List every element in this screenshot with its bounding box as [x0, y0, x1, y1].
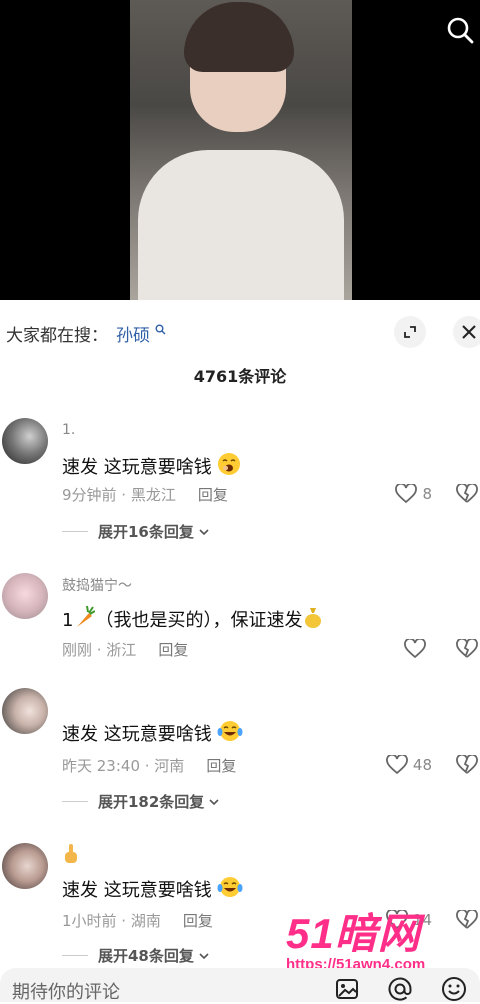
comment-text: 速发 这玩意要啥钱 — [62, 719, 243, 746]
avatar[interactable] — [2, 688, 48, 734]
comment-text-content: 速发 这玩意要啥钱 — [62, 724, 212, 745]
video-person-hair — [184, 2, 294, 72]
reply-button[interactable]: 回复 — [198, 486, 228, 504]
search-term-text[interactable]: 孙硕 — [116, 326, 150, 346]
broken-heart-icon — [456, 482, 478, 503]
pointing-up-icon — [65, 844, 77, 863]
broken-heart-icon — [456, 753, 478, 774]
like-count: 8 — [422, 485, 432, 503]
expand-icon — [404, 326, 416, 338]
comment-count: 4761条评论 — [193, 367, 287, 386]
comment-text-content: 速发 这玩意要啥钱 — [62, 457, 212, 478]
video-person-body — [138, 150, 344, 300]
divider — [62, 801, 88, 802]
expand-replies-button[interactable]: 展开16条回复 — [62, 521, 210, 542]
money-bag-icon — [305, 608, 322, 628]
avatar[interactable] — [2, 843, 48, 889]
avatar[interactable] — [2, 573, 48, 619]
chevron-down-icon — [199, 528, 209, 535]
comment-time-location: 刚刚 · 浙江 — [62, 641, 137, 659]
avatar[interactable] — [2, 418, 48, 464]
expand-replies-label[interactable]: 展开16条回复 — [98, 521, 194, 542]
comment-time-location: 9分钟前 · 黑龙江 — [62, 486, 176, 504]
dislike-button[interactable] — [456, 482, 478, 508]
expand-replies-label[interactable]: 展开182条回复 — [98, 791, 204, 812]
watermark-logo: 51暗网 — [286, 910, 421, 957]
reply-button[interactable]: 回复 — [158, 641, 188, 659]
comment-author-emoji[interactable] — [62, 843, 80, 869]
yawning-face-icon — [218, 453, 241, 475]
at-icon — [388, 977, 412, 1001]
like-button[interactable] — [404, 639, 426, 659]
expand-replies-button[interactable]: 展开48条回复 — [62, 945, 210, 966]
like-button[interactable]: 48 — [386, 755, 432, 775]
reply-button[interactable]: 回复 — [206, 757, 236, 775]
close-icon — [462, 325, 476, 339]
comment-author[interactable]: 1. — [62, 422, 75, 438]
tears-of-joy-icon — [217, 877, 243, 897]
comment-text-content: 1 — [62, 610, 74, 631]
comment-author[interactable]: 鼓捣猫宁～ — [62, 575, 132, 595]
broken-heart-icon — [456, 637, 478, 658]
image-icon — [336, 979, 358, 999]
expand-replies-button[interactable]: 展开182条回复 — [62, 791, 220, 812]
comment-meta: 刚刚 · 浙江 回复 — [62, 639, 188, 660]
comment-meta: 1小时前 · 湖南 回复 — [62, 910, 213, 931]
comment-input-placeholder[interactable]: 期待你的评论 — [12, 978, 120, 1004]
comment-text: 速发 这玩意要啥钱 — [62, 875, 243, 902]
expand-replies-label[interactable]: 展开48条回复 — [98, 945, 194, 966]
comment-time-location: 昨天 23:40 · 河南 — [62, 757, 185, 775]
comment-input-bar[interactable]: 期待你的评论 — [0, 968, 480, 1004]
heart-icon — [404, 639, 426, 659]
mention-button[interactable] — [387, 976, 413, 1002]
comment-text: 1 （我也是买的），保证速发 — [62, 605, 324, 632]
dislike-button[interactable] — [456, 753, 478, 779]
divider — [62, 531, 88, 532]
image-button[interactable] — [334, 976, 360, 1002]
heart-icon — [386, 755, 408, 775]
reply-button[interactable]: 回复 — [183, 912, 213, 930]
like-button[interactable]: 8 — [395, 484, 432, 504]
emoji-button[interactable] — [441, 976, 467, 1002]
comment-text: 速发 这玩意要啥钱 — [62, 452, 241, 479]
carrot-icon — [77, 605, 96, 627]
chevron-down-icon — [199, 952, 209, 959]
expand-comments-button[interactable] — [394, 316, 426, 348]
search-suggestion-term[interactable]: 孙硕 — [116, 321, 166, 346]
heart-icon — [395, 484, 418, 504]
comment-text-continued: （我也是买的），保证速发 — [95, 610, 303, 631]
comment-meta: 昨天 23:40 · 河南 回复 — [62, 755, 236, 776]
emoji-icon — [442, 977, 466, 1001]
search-suggestion-prefix: 大家都在搜： — [6, 326, 108, 346]
like-count: 48 — [412, 756, 432, 774]
small-search-icon — [155, 324, 166, 335]
divider — [62, 955, 88, 956]
video-frame — [130, 0, 352, 300]
top-search-button[interactable] — [440, 10, 480, 50]
dislike-button[interactable] — [456, 637, 478, 663]
chevron-down-icon — [209, 798, 219, 805]
close-comments-button[interactable] — [453, 316, 480, 348]
comment-meta: 9分钟前 · 黑龙江 回复 — [62, 484, 228, 505]
tears-of-joy-icon — [217, 721, 243, 741]
comment-text-content: 速发 这玩意要啥钱 — [62, 880, 212, 901]
comment-time-location: 1小时前 · 湖南 — [62, 912, 161, 930]
search-icon — [447, 17, 474, 44]
video-player[interactable] — [0, 0, 480, 300]
